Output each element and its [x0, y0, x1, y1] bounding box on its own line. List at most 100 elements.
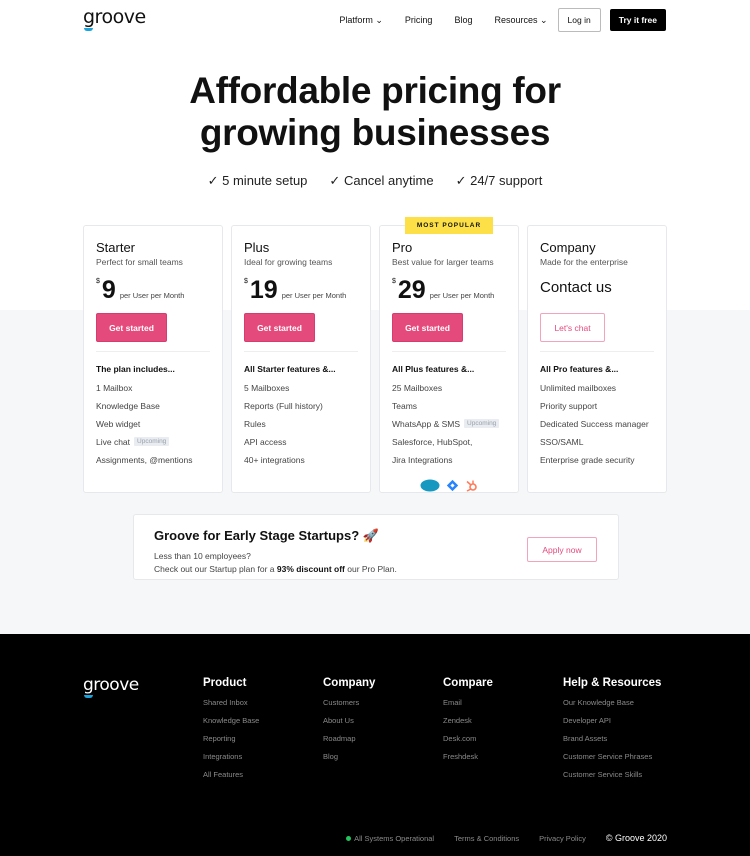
footer-link[interactable]: Customer Service Phrases [563, 752, 661, 770]
check-item: ✓ 5 minute setup [207, 173, 308, 188]
plan-name: Company [540, 240, 596, 255]
feature-item: 40+ integrations [244, 455, 305, 465]
features-heading: The plan includes... [96, 364, 175, 374]
footer-column-company: Company Customers About Us Roadmap Blog [323, 677, 375, 770]
check-item: ✓ Cancel anytime [329, 173, 434, 188]
features-heading: All Pro features &... [540, 364, 619, 374]
divider [392, 351, 506, 352]
plan-tagline: Ideal for growing teams [244, 257, 333, 267]
feature-item: Reports (Full history) [244, 401, 323, 411]
feature-item: Live chat Upcoming [96, 437, 210, 455]
plan-name: Plus [244, 240, 270, 255]
apply-now-button[interactable]: Apply now [527, 537, 597, 562]
check-icon: ✓ [207, 173, 219, 188]
footer-link[interactable]: Reporting [203, 734, 259, 752]
feature-item: Jira Integrations [392, 455, 453, 465]
feature-item: Priority support [540, 401, 598, 411]
copyright: © Groove 2020 [605, 833, 667, 843]
footer-link[interactable]: Our Knowledge Base [563, 698, 661, 716]
divider [244, 351, 358, 352]
footer-column-help-resources: Help & Resources Our Knowledge Base Develo… [563, 677, 661, 788]
feature-item: 25 Mailboxes [392, 383, 443, 393]
feature-item: SSO/SAML [540, 437, 584, 447]
startup-line2: Check out our Startup plan for a 93% dis… [154, 564, 397, 574]
check-item: ✓ 24/7 support [455, 173, 543, 188]
feature-item: Teams [392, 401, 418, 411]
footer-bottom: All Systems Operational Terms & Conditio… [346, 833, 667, 843]
salesforce-icon [420, 479, 440, 492]
plan-card-plus: Plus Ideal for growing teams $19 per User … [231, 225, 371, 493]
features-heading: All Starter features &... [244, 364, 336, 374]
feature-item: Assignments, @mentions [96, 455, 193, 465]
feature-item: Salesforce, HubSpot, [392, 437, 473, 447]
footer-link[interactable]: About Us [323, 716, 375, 734]
get-started-button[interactable]: Get started [244, 313, 315, 342]
footer: groove Product Shared Inbox Knowledge Base… [0, 634, 750, 856]
nav-blog[interactable]: Blog [454, 15, 472, 25]
upcoming-badge: Upcoming [134, 437, 170, 446]
jira-icon [446, 479, 459, 492]
contact-us: Contact us [540, 279, 612, 296]
footer-link[interactable]: Developer API [563, 716, 661, 734]
upcoming-badge: Upcoming [464, 419, 500, 428]
groove-logo[interactable]: groove [83, 6, 146, 31]
most-popular-badge: MOST POPULAR [405, 217, 493, 234]
footer-link[interactable]: Blog [323, 752, 375, 770]
plan-name: Starter [96, 240, 136, 255]
features-heading: All Plus features &... [392, 364, 475, 374]
chevron-down-icon: ⌄ [375, 14, 383, 25]
feature-item: API access [244, 437, 287, 447]
get-started-button[interactable]: Get started [96, 313, 167, 342]
feature-item: 1 Mailbox [96, 383, 133, 393]
footer-column-compare: Compare Email Zendesk Desk.com Freshdesk [443, 677, 493, 770]
plan-tagline: Perfect for small teams [96, 257, 183, 267]
check-icon: ✓ [455, 173, 467, 188]
integration-logos [392, 479, 506, 492]
lets-chat-button[interactable]: Let's chat [540, 313, 605, 342]
feature-item: Web widget [96, 419, 141, 429]
feature-item: Enterprise grade security [540, 455, 635, 465]
footer-column-product: Product Shared Inbox Knowledge Base Reporti… [203, 677, 259, 788]
privacy-link[interactable]: Privacy Policy [539, 834, 586, 843]
feature-item: Knowledge Base [96, 401, 160, 411]
plan-card-pro: Pro Best value for larger teams $29 per Us… [379, 225, 519, 493]
footer-link[interactable]: Zendesk [443, 716, 493, 734]
hubspot-icon [466, 480, 477, 492]
footer-link[interactable]: Customers [323, 698, 375, 716]
feature-checks: ✓ 5 minute setup ✓ Cancel anytime ✓ 24/7… [0, 173, 750, 189]
status-dot-icon [346, 835, 352, 841]
divider [96, 351, 210, 352]
chevron-down-icon: ⌄ [540, 14, 548, 25]
feature-item: 5 Mailboxes [244, 383, 290, 393]
plan-price: $29 per User per Month [392, 276, 495, 304]
footer-link[interactable]: Roadmap [323, 734, 375, 752]
footer-logo[interactable]: groove [83, 675, 139, 698]
footer-link[interactable]: Integrations [203, 752, 259, 770]
footer-link[interactable]: Desk.com [443, 734, 493, 752]
get-started-button[interactable]: Get started [392, 313, 463, 342]
divider [540, 351, 654, 352]
footer-link[interactable]: Freshdesk [443, 752, 493, 770]
startup-banner: Groove for Early Stage Startups? 🚀 Less … [133, 514, 619, 580]
plan-tagline: Made for the enterprise [540, 257, 628, 267]
footer-link[interactable]: Shared Inbox [203, 698, 259, 716]
plan-tagline: Best value for larger teams [392, 257, 494, 267]
terms-link[interactable]: Terms & Conditions [454, 834, 519, 843]
footer-link[interactable]: Email [443, 698, 493, 716]
nav-resources[interactable]: Resources ⌄ [494, 15, 547, 26]
plan-name: Pro [392, 240, 413, 255]
nav-platform[interactable]: Platform ⌄ [339, 15, 383, 26]
try-free-button[interactable]: Try it free [609, 9, 666, 31]
feature-item: WhatsApp & SMS Upcoming [392, 419, 506, 437]
nav-pricing[interactable]: Pricing [405, 15, 433, 25]
footer-link[interactable]: Knowledge Base [203, 716, 259, 734]
top-nav: Platform ⌄ Pricing Blog Resources ⌄ Log … [339, 8, 666, 32]
status-link[interactable]: All Systems Operational [346, 834, 434, 843]
login-button[interactable]: Log in [557, 8, 601, 32]
plan-price: $9 per User per Month [96, 276, 185, 304]
footer-link[interactable]: Customer Service Skills [563, 770, 661, 788]
footer-link[interactable]: Brand Assets [563, 734, 661, 752]
feature-item: Unlimited mailboxes [540, 383, 617, 393]
footer-link[interactable]: All Features [203, 770, 259, 788]
check-icon: ✓ [329, 173, 341, 188]
